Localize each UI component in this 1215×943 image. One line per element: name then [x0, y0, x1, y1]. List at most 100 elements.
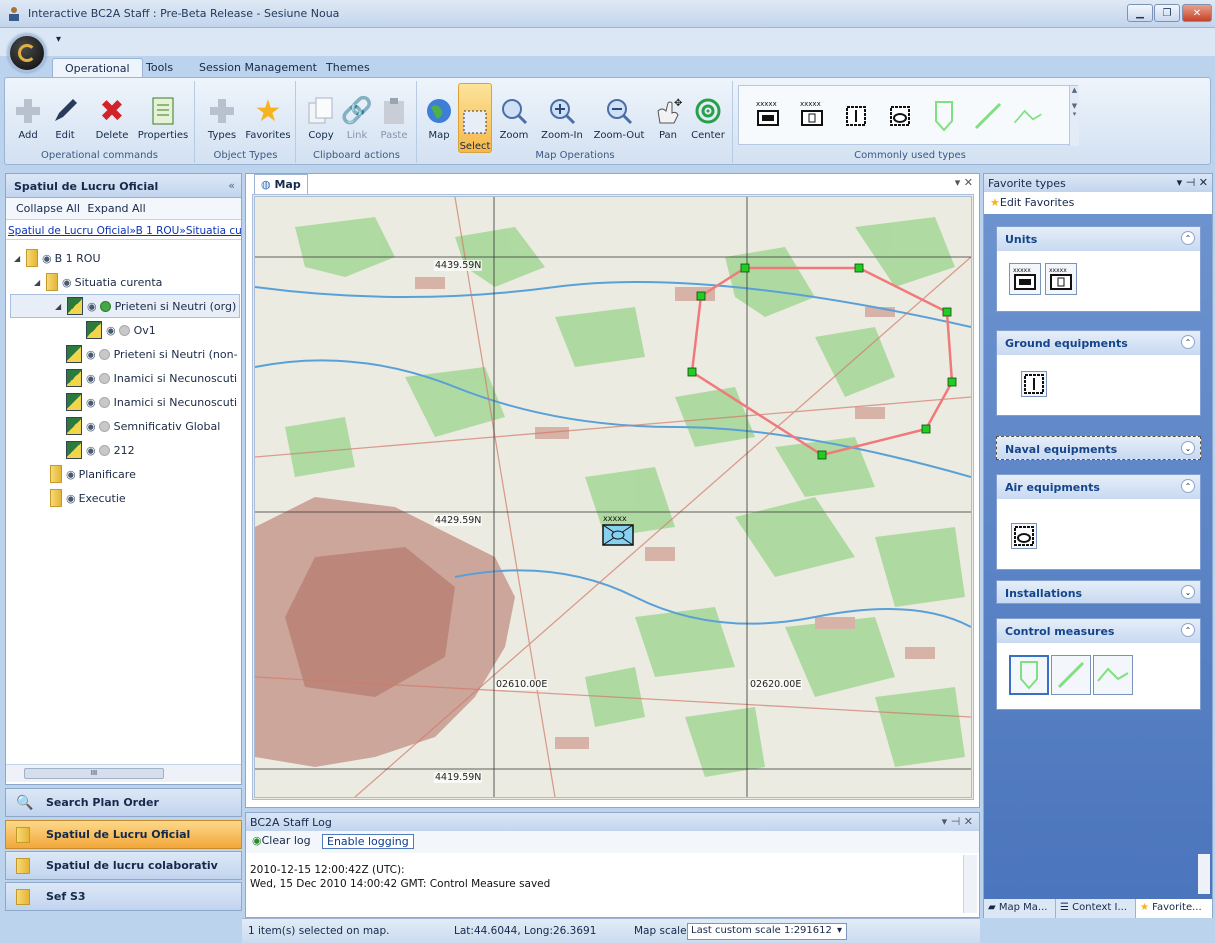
paste-button[interactable]: Paste	[375, 83, 413, 141]
zoom-out-button[interactable]: Zoom-Out	[590, 83, 648, 141]
check-icon[interactable]	[98, 396, 110, 408]
types-button[interactable]: Types	[202, 83, 242, 141]
tree-node-b1rou[interactable]: ◢ ◉ B 1 ROU	[10, 246, 240, 270]
eye-icon[interactable]: ◉	[62, 276, 72, 289]
tab-session-management[interactable]: Session Management	[187, 58, 329, 78]
delete-button[interactable]: ✖ Delete	[91, 83, 133, 142]
chevron-down-icon[interactable]: ⌄	[1181, 441, 1195, 455]
log-panel-close-button[interactable]: ▾ ⊣ ✕	[942, 815, 973, 828]
tree-node-inamici-1[interactable]: ◉ Inamici si Necunoscuti	[10, 366, 240, 390]
chevron-up-icon[interactable]: ⌃	[1181, 335, 1195, 349]
zoom-button[interactable]: Zoom	[496, 83, 532, 141]
gallery-scroll[interactable]: ▲ ▼ ▾	[1069, 86, 1079, 146]
scroll-thumb[interactable]: III	[24, 768, 164, 779]
gallery-unit-2-icon[interactable]: xxxxx	[797, 96, 827, 136]
eye-icon[interactable]: ◉	[86, 444, 96, 457]
check-icon[interactable]	[118, 324, 130, 336]
eye-icon[interactable]: ◉	[86, 372, 96, 385]
tree-node-semnificativ[interactable]: ◉ Semnificativ Global	[10, 414, 240, 438]
maximize-button[interactable]: ❐	[1154, 4, 1180, 22]
gallery-ground-equipment-icon[interactable]	[841, 96, 871, 136]
tab-context-info[interactable]: ☰ Context I...	[1056, 899, 1136, 918]
tab-map-manager[interactable]: ▰ Map Ma...	[984, 899, 1056, 918]
fav-group-header[interactable]: Naval equipments	[997, 437, 1200, 459]
map-canvas[interactable]: xxxxx 4439.59N 4429.59N 4419.59N 02610.0…	[252, 194, 974, 800]
tree-node-planificare[interactable]: ◉ Planificare	[10, 462, 240, 486]
nav-spatiul-oficial[interactable]: Spatiul de Lucru Oficial	[5, 820, 242, 849]
map-document-tab[interactable]: ◍ Map	[254, 174, 308, 194]
fav-group-header[interactable]: Installations	[997, 581, 1200, 603]
fav-unit-2-icon[interactable]: xxxxx	[1045, 263, 1077, 295]
check-icon[interactable]	[98, 372, 110, 384]
check-icon[interactable]	[99, 300, 111, 312]
properties-button[interactable]: Properties	[135, 83, 191, 141]
gallery-line-icon[interactable]	[973, 96, 1003, 136]
center-button[interactable]: Center	[688, 83, 728, 141]
tree-horizontal-scrollbar[interactable]: III	[6, 764, 241, 782]
favorite-panel-scrollbar[interactable]	[1198, 854, 1210, 894]
breadcrumb-item-situatia[interactable]: Situatia cure	[186, 225, 241, 237]
tab-tools[interactable]: Tools	[134, 58, 185, 78]
fav-unit-1-icon[interactable]: xxxxx	[1009, 263, 1041, 295]
expand-all-button[interactable]: Expand All	[87, 202, 145, 215]
fav-line-icon[interactable]	[1051, 655, 1091, 695]
link-button[interactable]: 🔗 Link	[339, 83, 375, 141]
chevron-up-icon[interactable]: ⌃	[1181, 231, 1195, 245]
check-icon[interactable]	[98, 348, 110, 360]
edit-button[interactable]: Edit	[47, 83, 83, 141]
close-button[interactable]: ✕	[1182, 4, 1212, 22]
eye-icon[interactable]: ◉	[66, 468, 76, 481]
map-svg[interactable]: xxxxx	[255, 197, 971, 797]
edit-favorites-button[interactable]: ★Edit Favorites	[990, 196, 1074, 209]
copy-button[interactable]: Copy	[303, 83, 339, 141]
tab-themes[interactable]: Themes	[314, 58, 382, 78]
fav-curve-icon[interactable]	[1093, 655, 1133, 695]
gallery-unit-1-icon[interactable]: xxxxx	[753, 96, 783, 136]
tree-node-prieteni-non[interactable]: ◉ Prieteni si Neutri (non-	[10, 342, 240, 366]
minimize-button[interactable]: ▁	[1127, 4, 1153, 22]
fav-group-header[interactable]: Ground equipments	[997, 331, 1200, 355]
pan-button[interactable]: ✥ Pan	[650, 83, 686, 141]
map-button[interactable]: Map	[422, 83, 456, 141]
clear-log-button[interactable]: ◉Clear log	[252, 834, 311, 847]
check-icon[interactable]	[98, 420, 110, 432]
log-vertical-scrollbar[interactable]	[963, 855, 977, 913]
tree-node-ov1[interactable]: ◉ Ov1	[10, 318, 240, 342]
gallery-air-equipment-icon[interactable]	[885, 96, 915, 136]
map-scale-select[interactable]: Last custom scale 1:291612 ▾	[687, 923, 847, 940]
fav-air-equipment-icon[interactable]	[1011, 523, 1037, 549]
enable-logging-button[interactable]: Enable logging	[322, 834, 414, 849]
select-button[interactable]: Select	[458, 83, 492, 153]
chevron-up-icon[interactable]: ⌃	[1181, 623, 1195, 637]
fav-group-header[interactable]: Control measures	[997, 619, 1200, 643]
check-icon[interactable]	[98, 444, 110, 456]
tab-operational[interactable]: Operational	[52, 58, 143, 78]
chevron-down-icon[interactable]: ⌄	[1181, 585, 1195, 599]
eye-icon[interactable]: ◉	[42, 252, 52, 265]
favorite-panel-close-button[interactable]: ▾ ⊣ ✕	[1177, 176, 1208, 189]
eye-icon[interactable]: ◉	[86, 420, 96, 433]
nav-search-plan-order[interactable]: 🔍 Search Plan Order	[5, 788, 242, 817]
fav-control-point-icon[interactable]	[1009, 655, 1049, 695]
eye-icon[interactable]: ◉	[66, 492, 76, 505]
favorites-button[interactable]: ★ Favorites	[244, 83, 292, 142]
expand-arrow-icon[interactable]: ◢	[55, 302, 67, 311]
eye-icon[interactable]: ◉	[86, 396, 96, 409]
tree-node-inamici-2[interactable]: ◉ Inamici si Necunoscuti	[10, 390, 240, 414]
map-panel-close-button[interactable]: ▾ ✕	[955, 176, 973, 189]
fav-ground-equipment-icon[interactable]	[1021, 371, 1047, 397]
breadcrumb-item-workspace[interactable]: Spatiul de Lucru Oficial	[8, 225, 130, 237]
tree-node-executie[interactable]: ◉ Executie	[10, 486, 240, 510]
tab-favorites[interactable]: ★ Favorite...	[1136, 899, 1212, 918]
gallery-control-point-icon[interactable]	[929, 96, 959, 136]
add-button[interactable]: Add	[10, 83, 46, 141]
chevron-up-icon[interactable]: ⌃	[1181, 479, 1195, 493]
fav-group-header[interactable]: Units	[997, 227, 1200, 251]
expand-arrow-icon[interactable]: ◢	[14, 254, 26, 263]
nav-spatiul-colaborativ[interactable]: Spatiul de lucru colaborativ	[5, 851, 242, 880]
collapse-panel-button[interactable]: «	[228, 179, 235, 192]
nav-sef-s3[interactable]: Sef S3	[5, 882, 242, 911]
fav-group-header[interactable]: Air equipments	[997, 475, 1200, 499]
tree-node-212[interactable]: ◉ 212	[10, 438, 240, 462]
breadcrumb-item-b1rou[interactable]: B 1 ROU	[136, 225, 180, 237]
